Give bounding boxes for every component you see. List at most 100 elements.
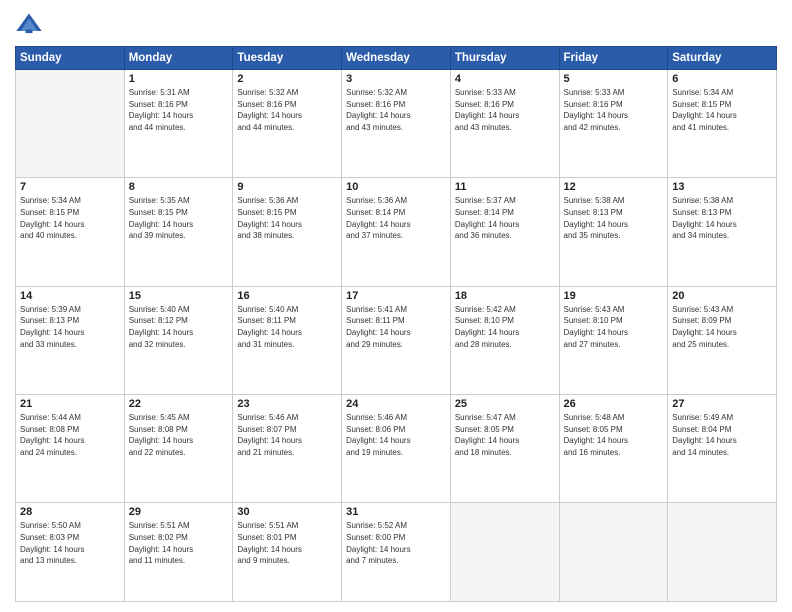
- day-info: Sunrise: 5:49 AMSunset: 8:04 PMDaylight:…: [672, 412, 772, 458]
- day-number: 25: [455, 398, 555, 410]
- day-number: 26: [564, 398, 664, 410]
- day-number: 2: [237, 73, 337, 85]
- calendar-cell: 21 Sunrise: 5:44 AMSunset: 8:08 PMDayligh…: [16, 395, 125, 503]
- calendar-cell: 31Sunrise: 5:52 AMSunset: 8:00 PMDayligh…: [342, 503, 451, 602]
- calendar-week-row: 28 Sunrise: 5:50 AMSunset: 8:03 PMDayligh…: [16, 503, 777, 602]
- calendar-cell: 23 Sunrise: 5:46 AMSunset: 8:07 PMDayligh…: [233, 395, 342, 503]
- calendar-cell: 16 Sunrise: 5:40 AMSunset: 8:11 PMDayligh…: [233, 286, 342, 394]
- calendar-cell: [559, 503, 668, 602]
- calendar-cell: 9Sunrise: 5:36 AMSunset: 8:15 PMDaylight…: [233, 178, 342, 286]
- calendar-cell: 6 Sunrise: 5:34 AMSunset: 8:15 PMDaylight…: [668, 70, 777, 178]
- day-number: 7: [20, 181, 120, 193]
- calendar-cell: 29Sunrise: 5:51 AMSunset: 8:02 PMDayligh…: [124, 503, 233, 602]
- calendar-cell: 18 Sunrise: 5:42 AMSunset: 8:10 PMDayligh…: [450, 286, 559, 394]
- day-number: 16: [237, 290, 337, 302]
- day-info: Sunrise: 5:33 AMSunset: 8:16 PMDaylight:…: [564, 87, 664, 133]
- day-number: 22: [129, 398, 229, 410]
- calendar-header-tuesday: Tuesday: [233, 47, 342, 70]
- calendar-cell: 22 Sunrise: 5:45 AMSunset: 8:08 PMDayligh…: [124, 395, 233, 503]
- day-number: 23: [237, 398, 337, 410]
- day-info: Sunrise: 5:39 AMSunset: 8:13 PMDaylight:…: [20, 304, 120, 350]
- day-info: Sunrise: 5:32 AMSunset: 8:16 PMDaylight:…: [237, 87, 337, 133]
- calendar-cell: 24Sunrise: 5:46 AMSunset: 8:06 PMDayligh…: [342, 395, 451, 503]
- calendar-cell: 5 Sunrise: 5:33 AMSunset: 8:16 PMDaylight…: [559, 70, 668, 178]
- day-info: Sunrise: 5:31 AMSunset: 8:16 PMDaylight:…: [129, 87, 229, 133]
- calendar-cell: 17 Sunrise: 5:41 AMSunset: 8:11 PMDayligh…: [342, 286, 451, 394]
- calendar-cell: 8 Sunrise: 5:35 AMSunset: 8:15 PMDaylight…: [124, 178, 233, 286]
- calendar-cell: 19 Sunrise: 5:43 AMSunset: 8:10 PMDayligh…: [559, 286, 668, 394]
- day-number: 28: [20, 506, 120, 518]
- day-number: 19: [564, 290, 664, 302]
- header: [15, 10, 777, 38]
- calendar-header-sunday: Sunday: [16, 47, 125, 70]
- day-info: Sunrise: 5:40 AMSunset: 8:11 PMDaylight:…: [237, 304, 337, 350]
- day-number: 1: [129, 73, 229, 85]
- day-number: 15: [129, 290, 229, 302]
- day-info: Sunrise: 5:44 AMSunset: 8:08 PMDaylight:…: [20, 412, 120, 458]
- day-number: 11: [455, 181, 555, 193]
- day-info: Sunrise: 5:42 AMSunset: 8:10 PMDaylight:…: [455, 304, 555, 350]
- day-number: 4: [455, 73, 555, 85]
- day-info: Sunrise: 5:45 AMSunset: 8:08 PMDaylight:…: [129, 412, 229, 458]
- calendar-cell: 2 Sunrise: 5:32 AMSunset: 8:16 PMDaylight…: [233, 70, 342, 178]
- day-info: Sunrise: 5:40 AMSunset: 8:12 PMDaylight:…: [129, 304, 229, 350]
- calendar-cell: 27 Sunrise: 5:49 AMSunset: 8:04 PMDayligh…: [668, 395, 777, 503]
- calendar-cell: [668, 503, 777, 602]
- day-info: Sunrise: 5:37 AMSunset: 8:14 PMDaylight:…: [455, 195, 555, 241]
- calendar-table: SundayMondayTuesdayWednesdayThursdayFrid…: [15, 46, 777, 602]
- day-info: Sunrise: 5:32 AMSunset: 8:16 PMDaylight:…: [346, 87, 446, 133]
- day-info: Sunrise: 5:46 AMSunset: 8:07 PMDaylight:…: [237, 412, 337, 458]
- day-info: Sunrise: 5:34 AMSunset: 8:15 PMDaylight:…: [672, 87, 772, 133]
- day-number: 12: [564, 181, 664, 193]
- day-number: 30: [237, 506, 337, 518]
- day-number: 3: [346, 73, 446, 85]
- calendar-cell: [16, 70, 125, 178]
- day-number: 6: [672, 73, 772, 85]
- day-number: 21: [20, 398, 120, 410]
- day-info: Sunrise: 5:34 AMSunset: 8:15 PMDaylight:…: [20, 195, 120, 241]
- calendar-cell: 14 Sunrise: 5:39 AMSunset: 8:13 PMDayligh…: [16, 286, 125, 394]
- calendar-cell: 30 Sunrise: 5:51 AMSunset: 8:01 PMDayligh…: [233, 503, 342, 602]
- calendar-cell: 1 Sunrise: 5:31 AMSunset: 8:16 PMDaylight…: [124, 70, 233, 178]
- calendar-cell: 12 Sunrise: 5:38 AMSunset: 8:13 PMDayligh…: [559, 178, 668, 286]
- calendar-cell: 11 Sunrise: 5:37 AMSunset: 8:14 PMDayligh…: [450, 178, 559, 286]
- calendar-cell: 15 Sunrise: 5:40 AMSunset: 8:12 PMDayligh…: [124, 286, 233, 394]
- day-number: 24: [346, 398, 446, 410]
- calendar-header-monday: Monday: [124, 47, 233, 70]
- day-info: Sunrise: 5:35 AMSunset: 8:15 PMDaylight:…: [129, 195, 229, 241]
- page: SundayMondayTuesdayWednesdayThursdayFrid…: [0, 0, 792, 612]
- day-number: 29: [129, 506, 229, 518]
- day-number: 18: [455, 290, 555, 302]
- calendar-week-row: 7 Sunrise: 5:34 AMSunset: 8:15 PMDaylight…: [16, 178, 777, 286]
- day-number: 8: [129, 181, 229, 193]
- calendar-week-row: 21 Sunrise: 5:44 AMSunset: 8:08 PMDayligh…: [16, 395, 777, 503]
- calendar-cell: 4 Sunrise: 5:33 AMSunset: 8:16 PMDaylight…: [450, 70, 559, 178]
- day-number: 14: [20, 290, 120, 302]
- day-info: Sunrise: 5:50 AMSunset: 8:03 PMDaylight:…: [20, 520, 120, 566]
- calendar-cell: 28 Sunrise: 5:50 AMSunset: 8:03 PMDayligh…: [16, 503, 125, 602]
- calendar-header-row: SundayMondayTuesdayWednesdayThursdayFrid…: [16, 47, 777, 70]
- day-number: 27: [672, 398, 772, 410]
- calendar-header-thursday: Thursday: [450, 47, 559, 70]
- day-number: 10: [346, 181, 446, 193]
- day-info: Sunrise: 5:38 AMSunset: 8:13 PMDaylight:…: [564, 195, 664, 241]
- calendar-cell: 13 Sunrise: 5:38 AMSunset: 8:13 PMDayligh…: [668, 178, 777, 286]
- day-number: 13: [672, 181, 772, 193]
- calendar-week-row: 14 Sunrise: 5:39 AMSunset: 8:13 PMDayligh…: [16, 286, 777, 394]
- logo-area: [15, 10, 47, 38]
- calendar-cell: 20Sunrise: 5:43 AMSunset: 8:09 PMDayligh…: [668, 286, 777, 394]
- day-info: Sunrise: 5:36 AMSunset: 8:15 PMDaylight:…: [237, 195, 337, 241]
- day-number: 5: [564, 73, 664, 85]
- day-info: Sunrise: 5:38 AMSunset: 8:13 PMDaylight:…: [672, 195, 772, 241]
- calendar-cell: 25Sunrise: 5:47 AMSunset: 8:05 PMDayligh…: [450, 395, 559, 503]
- day-info: Sunrise: 5:43 AMSunset: 8:10 PMDaylight:…: [564, 304, 664, 350]
- calendar-header-friday: Friday: [559, 47, 668, 70]
- day-info: Sunrise: 5:51 AMSunset: 8:01 PMDaylight:…: [237, 520, 337, 566]
- day-info: Sunrise: 5:41 AMSunset: 8:11 PMDaylight:…: [346, 304, 446, 350]
- calendar-cell: 7 Sunrise: 5:34 AMSunset: 8:15 PMDaylight…: [16, 178, 125, 286]
- calendar-cell: [450, 503, 559, 602]
- day-info: Sunrise: 5:33 AMSunset: 8:16 PMDaylight:…: [455, 87, 555, 133]
- calendar-header-saturday: Saturday: [668, 47, 777, 70]
- day-number: 17: [346, 290, 446, 302]
- calendar-cell: 3 Sunrise: 5:32 AMSunset: 8:16 PMDaylight…: [342, 70, 451, 178]
